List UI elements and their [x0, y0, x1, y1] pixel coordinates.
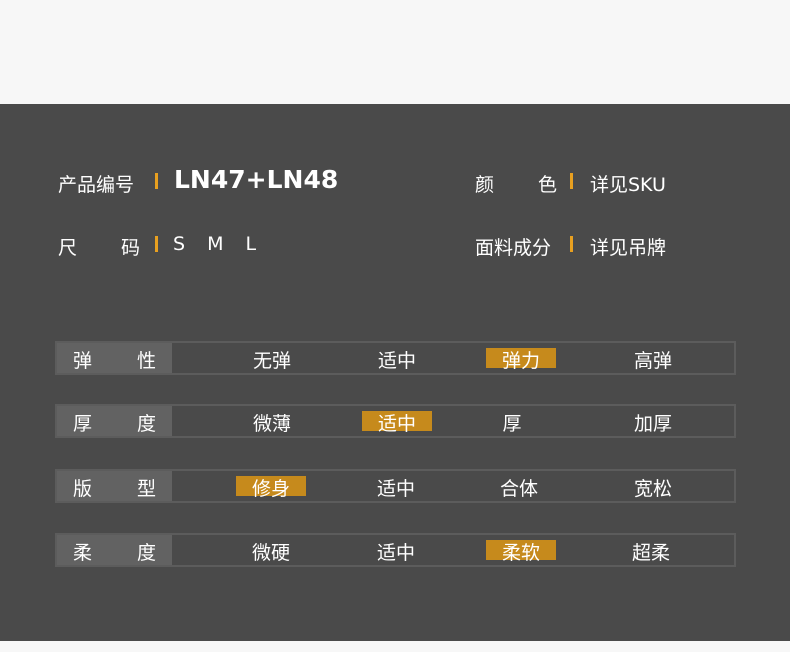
- option-text-selected: 柔软: [501, 542, 540, 564]
- option-text: 适中: [376, 542, 416, 564]
- separator-bar: [155, 236, 158, 252]
- product-code-value: LN47+LN48: [174, 165, 339, 194]
- option-text-selected: 弹力: [501, 350, 540, 372]
- attribute-label-char: 厚: [73, 413, 93, 435]
- option-text: 合体: [499, 478, 539, 500]
- size-label-char-1: 尺: [58, 237, 78, 259]
- bottom-strip: [0, 641, 790, 652]
- option-text: 微薄: [252, 413, 292, 435]
- size-value: S M L: [173, 233, 265, 255]
- color-value: 详见SKU: [590, 174, 666, 196]
- attribute-label-box: 弹 性: [57, 343, 172, 373]
- color-label-char-1: 颜: [475, 174, 495, 196]
- attribute-row-elasticity: 弹 性 无弹 适中 弹力 高弹: [55, 341, 736, 375]
- option-text: 加厚: [633, 413, 673, 435]
- size-label-char-2: 码: [121, 237, 141, 259]
- attribute-label-box: 版 型: [57, 471, 172, 501]
- attribute-label-char: 性: [137, 350, 157, 372]
- attribute-row-fit: 版 型 修身 适中 合体 宽松: [55, 469, 736, 503]
- option-text: 高弹: [633, 350, 673, 372]
- attribute-label-char: 度: [137, 413, 157, 435]
- attribute-row-thickness: 厚 度 微薄 适中 厚 加厚: [55, 404, 736, 438]
- option-text: 厚: [502, 413, 522, 435]
- attribute-label-char: 版: [73, 478, 93, 500]
- separator-bar: [570, 173, 573, 189]
- attribute-label-char: 柔: [73, 542, 93, 564]
- option-text: 无弹: [252, 350, 292, 372]
- attribute-label-char: 型: [137, 478, 157, 500]
- material-value: 详见吊牌: [590, 237, 667, 259]
- color-label-char-2: 色: [538, 174, 558, 196]
- option-text: 适中: [376, 478, 416, 500]
- separator-bar: [570, 236, 573, 252]
- option-text: 宽松: [633, 478, 673, 500]
- option-text: 超柔: [631, 542, 671, 564]
- option-text: 适中: [377, 350, 417, 372]
- attribute-label-box: 柔 度: [57, 535, 172, 565]
- option-text: 微硬: [251, 542, 291, 564]
- separator-bar: [155, 173, 158, 189]
- attribute-row-softness: 柔 度 微硬 适中 柔软 超柔: [55, 533, 736, 567]
- option-text-selected: 适中: [377, 413, 416, 435]
- attribute-label-box: 厚 度: [57, 406, 172, 436]
- material-label: 面料成分: [475, 237, 552, 259]
- product-code-label: 产品编号: [58, 174, 135, 196]
- option-text-selected: 修身: [251, 478, 290, 500]
- attribute-label-char: 度: [137, 542, 157, 564]
- attribute-label-char: 弹: [73, 350, 93, 372]
